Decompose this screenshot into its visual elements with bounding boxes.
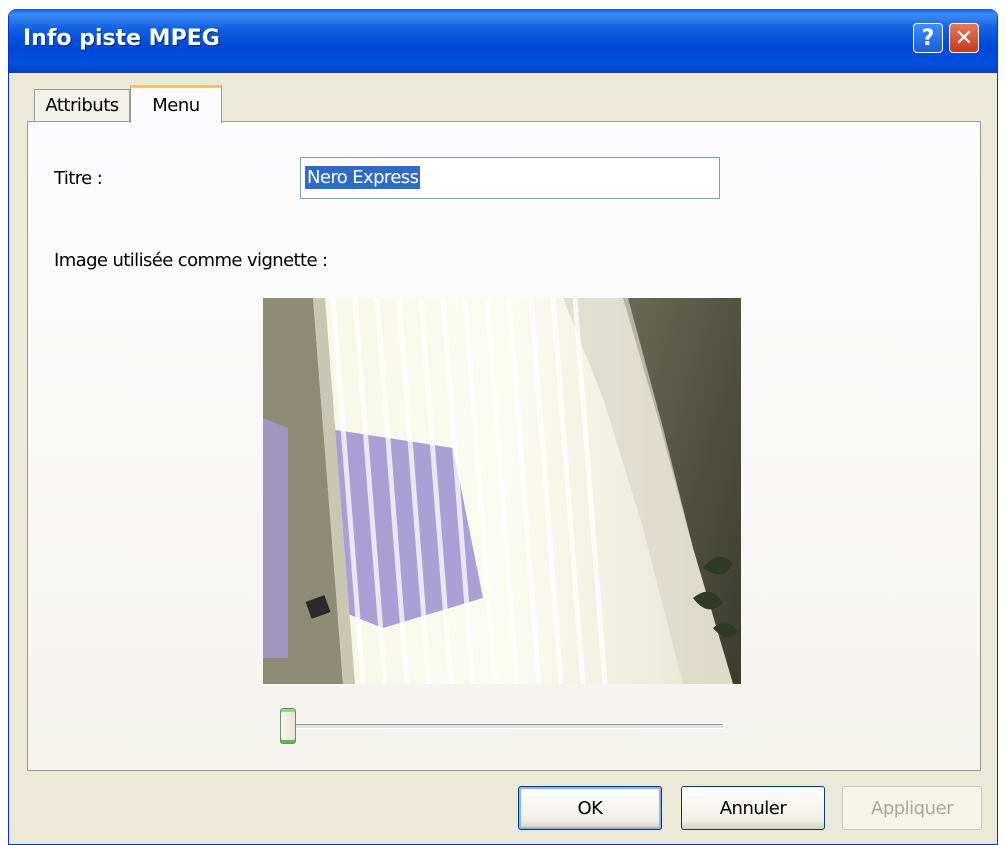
thumbnail-slider-handle[interactable]: [280, 708, 296, 744]
title-input-value: Nero Express: [305, 166, 421, 189]
title-input[interactable]: Nero Express: [300, 157, 720, 199]
title-bar[interactable]: Info piste MPEG ? ✕: [9, 9, 997, 73]
thumbnail-slider-track[interactable]: [283, 724, 723, 729]
window-title: Info piste MPEG: [23, 26, 220, 51]
tab-panel-menu: Titre : Nero Express Image utilisée comm…: [27, 121, 981, 771]
dialog-window: Info piste MPEG ? ✕ Attributs Menu Titre…: [8, 9, 998, 845]
thumbnail-frame-picture: [263, 298, 741, 684]
apply-button[interactable]: Appliquer: [842, 786, 982, 830]
help-icon[interactable]: ?: [913, 23, 943, 53]
tab-menu[interactable]: Menu: [130, 85, 222, 123]
thumbnail-label: Image utilisée comme vignette :: [54, 250, 328, 271]
cancel-button[interactable]: Annuler: [681, 786, 825, 830]
title-label: Titre :: [54, 168, 103, 189]
thumbnail-image: [263, 298, 741, 684]
close-icon[interactable]: ✕: [949, 23, 979, 53]
tab-attributs[interactable]: Attributs: [34, 89, 130, 121]
ok-button[interactable]: OK: [518, 786, 662, 830]
